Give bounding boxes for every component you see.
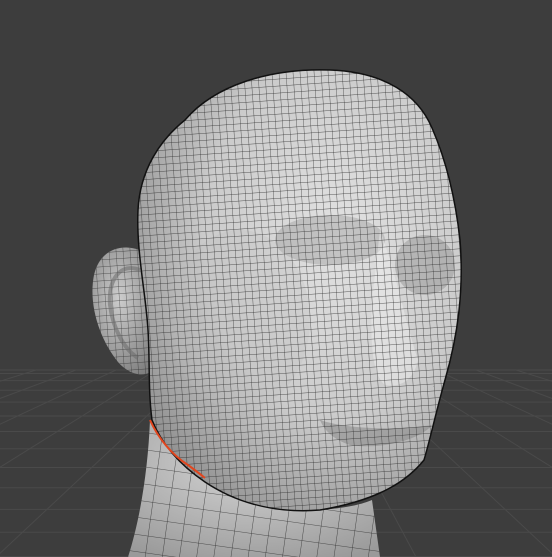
grid-line [475,369,552,399]
grid-line [0,369,117,425]
grid-line [435,369,552,425]
grid-line [0,369,77,399]
grid-line [0,369,157,468]
viewport-canvas[interactable] [0,0,552,557]
head-mesh [136,69,462,512]
3d-viewport[interactable] [0,0,552,557]
